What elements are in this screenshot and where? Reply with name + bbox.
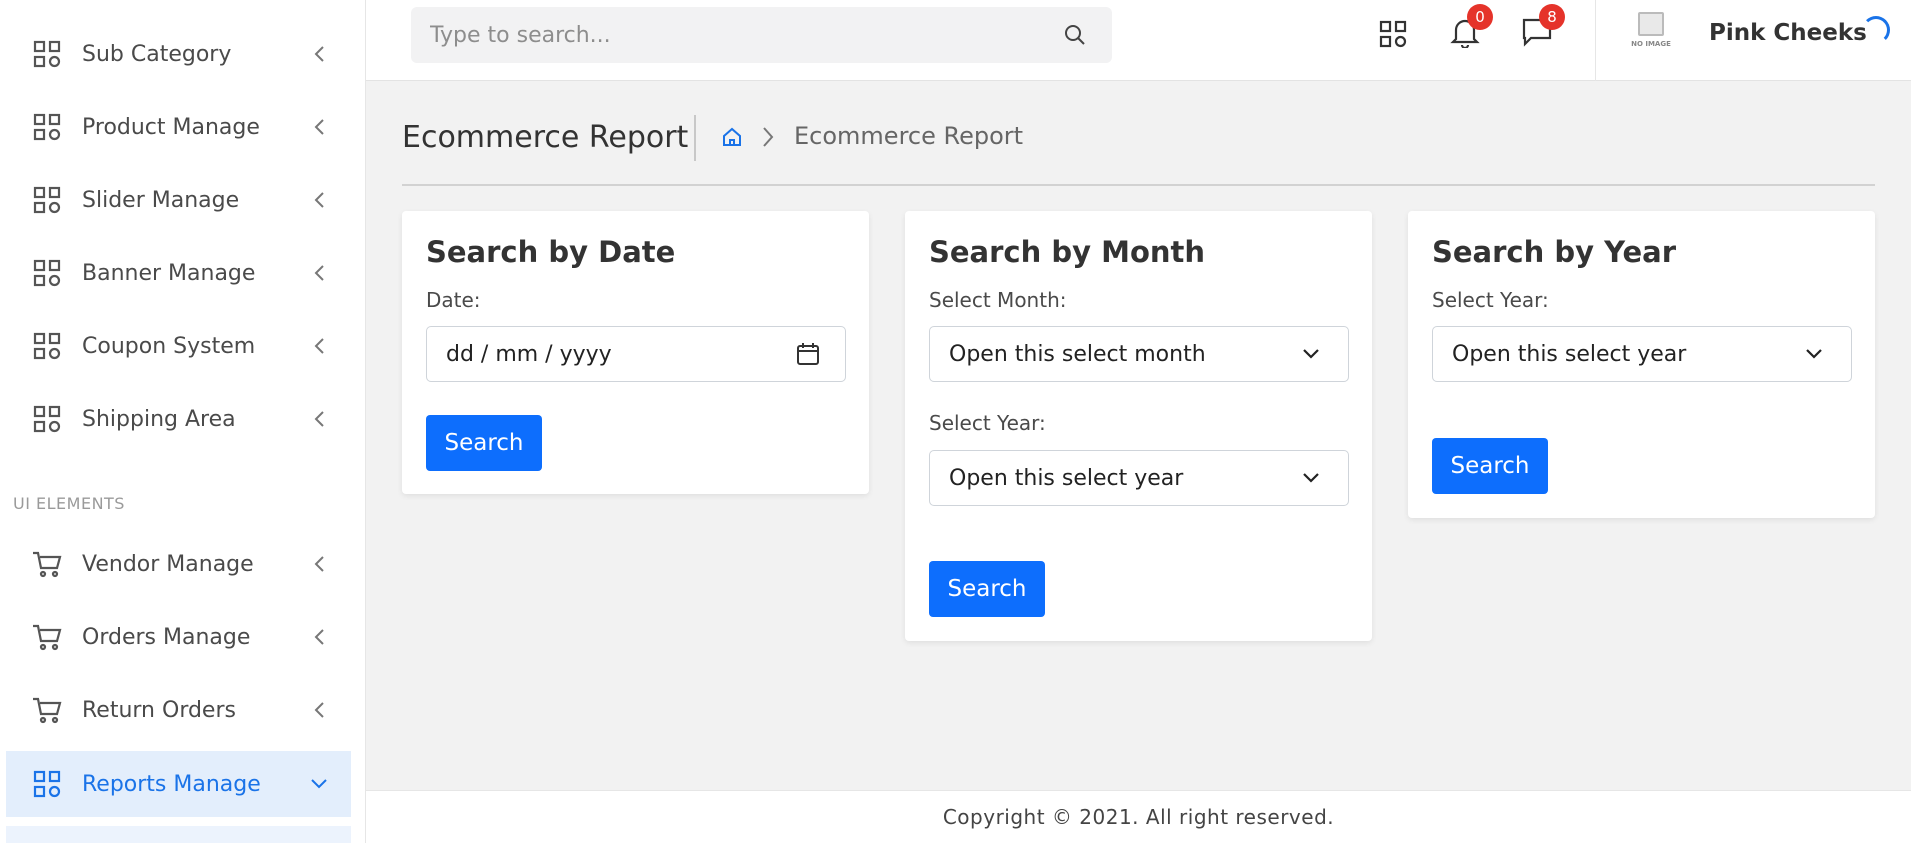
no-image-icon	[1638, 12, 1664, 36]
header-divider	[402, 184, 1875, 186]
sidebar-item-return-orders[interactable]: Return Orders	[6, 678, 351, 742]
grid-icon	[32, 331, 62, 361]
year-select-value: Open this select year	[1452, 341, 1687, 367]
search-by-month-button[interactable]: Search	[929, 561, 1045, 617]
sidebar-item-label: Orders Manage	[82, 624, 251, 650]
sidebar-item-label: Return Orders	[82, 697, 236, 723]
sidebar-item-coupon-system[interactable]: Coupon System	[6, 314, 351, 378]
notifications-button[interactable]: 0	[1447, 4, 1493, 52]
date-label: Date:	[426, 288, 481, 312]
chevron-left-icon	[309, 409, 329, 429]
chevron-down-icon	[1298, 341, 1324, 367]
chevron-down-icon	[1801, 341, 1827, 367]
grid-icon	[32, 769, 62, 799]
sidebar-item-product-manage[interactable]: Product Manage	[6, 95, 351, 159]
chevron-left-icon	[309, 554, 329, 574]
search-by-month-card: Search by Month Select Month: Open this …	[905, 211, 1372, 641]
sidebar: Sub Category Product Manage Slider Manag…	[0, 0, 366, 843]
sidebar-item-label: Slider Manage	[82, 187, 240, 213]
year-select-value: Open this select year	[949, 465, 1184, 491]
search-bar	[411, 7, 1112, 63]
chevron-down-icon	[309, 774, 329, 794]
card-title: Search by Year	[1432, 235, 1676, 269]
sidebar-section-label: UI ELEMENTS	[13, 494, 125, 513]
sidebar-item-shipping-area[interactable]: Shipping Area	[6, 387, 351, 451]
sidebar-item-orders-manage[interactable]: Orders Manage	[6, 605, 351, 669]
loading-spinner-icon	[1862, 16, 1890, 44]
calendar-icon[interactable]	[795, 341, 821, 367]
sidebar-item-label: Coupon System	[82, 333, 256, 359]
cart-icon	[32, 549, 62, 579]
chevron-left-icon	[309, 336, 329, 356]
copyright-text: Copyright © 2021. All right reserved.	[942, 805, 1335, 829]
sidebar-item-banner-manage[interactable]: Banner Manage	[6, 241, 351, 305]
chevron-down-icon	[1298, 465, 1324, 491]
sidebar-item-sub-category[interactable]: Sub Category	[6, 22, 351, 86]
year-select[interactable]: Open this select year	[929, 450, 1349, 506]
grid-icon	[32, 185, 62, 215]
sidebar-item-label: Product Manage	[82, 114, 260, 140]
month-label: Select Month:	[929, 288, 1067, 312]
year-label: Select Year:	[1432, 288, 1549, 312]
page-title: Ecommerce Report	[402, 120, 689, 155]
grid-icon	[32, 404, 62, 434]
avatar[interactable]: NO IMAGE	[1624, 12, 1678, 54]
topbar: 0 8 NO IMAGE Pink Cheeks	[366, 0, 1911, 81]
messages-button[interactable]: 8	[1519, 4, 1565, 52]
sidebar-item-vendor-manage[interactable]: Vendor Manage	[6, 532, 351, 596]
avatar-caption: NO IMAGE	[1631, 40, 1671, 48]
grid-icon	[32, 112, 62, 142]
home-icon[interactable]	[719, 124, 745, 150]
month-select[interactable]: Open this select month	[929, 326, 1349, 382]
search-by-date-card: Search by Date Date: dd / mm / yyyy Sear…	[402, 211, 869, 494]
chevron-left-icon	[309, 263, 329, 283]
chevron-left-icon	[309, 700, 329, 720]
chevron-left-icon	[309, 44, 329, 64]
search-by-year-card: Search by Year Select Year: Open this se…	[1408, 211, 1875, 518]
cart-icon	[32, 622, 62, 652]
sidebar-submenu	[6, 826, 351, 843]
chevron-left-icon	[309, 627, 329, 647]
apps-icon[interactable]	[1375, 16, 1411, 52]
month-select-value: Open this select month	[949, 341, 1206, 367]
sidebar-item-label: Banner Manage	[82, 260, 256, 286]
sidebar-item-label: Shipping Area	[82, 406, 236, 432]
chevron-left-icon	[309, 190, 329, 210]
year-select[interactable]: Open this select year	[1432, 326, 1852, 382]
date-input-value: dd / mm / yyyy	[446, 341, 612, 367]
search-input[interactable]	[411, 22, 1060, 48]
sidebar-item-reports-manage[interactable]: Reports Manage	[6, 751, 351, 817]
year-label: Select Year:	[929, 411, 1046, 435]
grid-icon	[32, 39, 62, 69]
topbar-divider	[1595, 0, 1596, 81]
chevron-right-icon	[755, 124, 781, 150]
user-name[interactable]: Pink Cheeks	[1709, 20, 1867, 46]
chevron-left-icon	[309, 117, 329, 137]
date-input[interactable]: dd / mm / yyyy	[426, 326, 846, 382]
footer: Copyright © 2021. All right reserved.	[366, 790, 1911, 843]
search-icon[interactable]	[1060, 20, 1090, 50]
search-by-date-button[interactable]: Search	[426, 415, 542, 471]
sidebar-item-label: Vendor Manage	[82, 551, 254, 577]
search-by-year-button[interactable]: Search	[1432, 438, 1548, 494]
notification-badge: 0	[1467, 4, 1493, 30]
breadcrumb-separator	[694, 115, 696, 161]
message-badge: 8	[1539, 4, 1565, 30]
sidebar-item-label: Sub Category	[82, 41, 232, 67]
sidebar-item-label: Reports Manage	[82, 771, 261, 797]
cart-icon	[32, 695, 62, 725]
card-title: Search by Month	[929, 235, 1206, 269]
grid-icon	[32, 258, 62, 288]
sidebar-item-slider-manage[interactable]: Slider Manage	[6, 168, 351, 232]
card-title: Search by Date	[426, 235, 676, 269]
breadcrumb-current: Ecommerce Report	[794, 122, 1024, 150]
